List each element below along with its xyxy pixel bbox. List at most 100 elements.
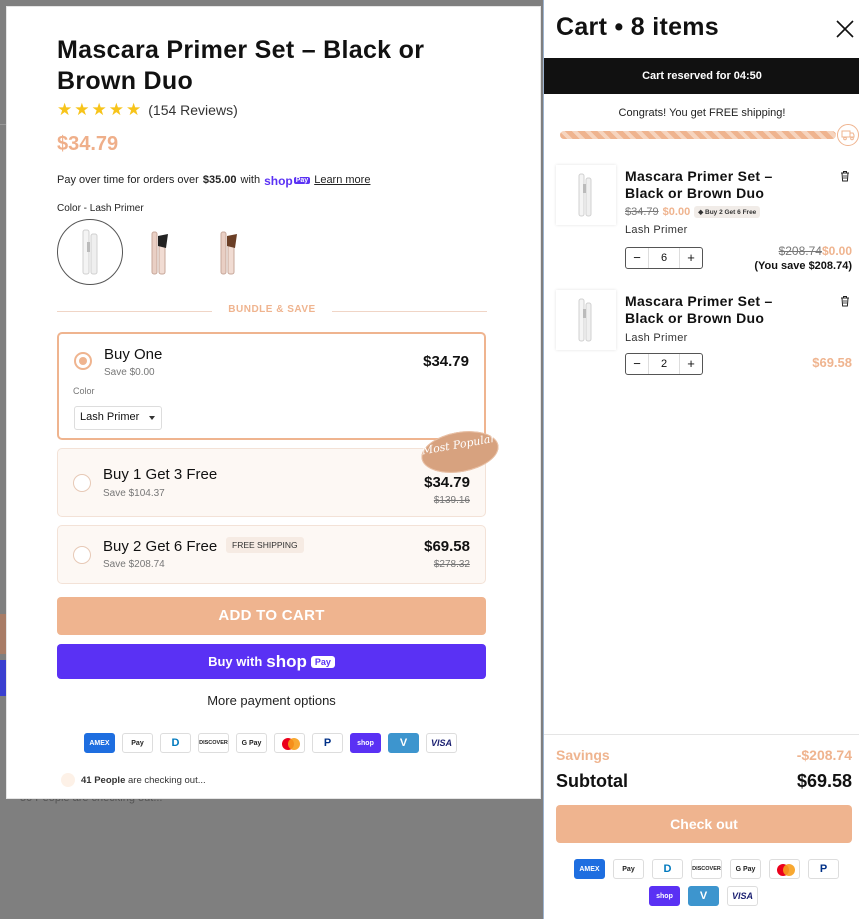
quantity-stepper: − 2 +	[625, 353, 703, 375]
chevron-down-icon	[149, 416, 155, 420]
bundle-option-buy-2-get-6[interactable]: Buy 2 Get 6 Free FREE SHIPPING Save $208…	[57, 525, 486, 584]
star-icon: ★	[91, 100, 107, 119]
cart-item-name[interactable]: Mascara Primer Set – Black or Brown Duo	[625, 293, 815, 327]
swatch-black[interactable]	[126, 219, 192, 285]
swatch-lash-primer[interactable]	[57, 219, 123, 285]
review-count[interactable]: (154 Reviews)	[148, 102, 237, 118]
quantity-value[interactable]: 2	[648, 354, 680, 374]
cart-item-price: $0.00	[662, 206, 691, 218]
visa-icon: VISA	[426, 733, 457, 753]
shop-logo-word: shop	[266, 651, 307, 671]
discover-icon: DISCOVER	[691, 859, 722, 879]
shop-pay-icon: shop	[649, 886, 680, 906]
increase-quantity-button[interactable]: +	[680, 354, 702, 374]
payment-icons: AMEX Pay D DISCOVER G Pay P	[574, 859, 839, 879]
you-save-text: (You save $208.74)	[754, 260, 852, 272]
close-icon[interactable]	[833, 17, 857, 41]
apple-pay-icon: Pay	[613, 859, 644, 879]
discount-badge-label: Buy 2 Get 6 Free	[705, 209, 757, 216]
savings-row: Savings -$208.74	[556, 747, 852, 763]
bundle-radio[interactable]	[73, 546, 91, 564]
learn-more-link[interactable]: Learn more	[314, 174, 370, 186]
buy-with-label: Buy with	[208, 654, 263, 669]
cart-item-variant: Lash Primer	[625, 224, 688, 236]
cart-line-item: Mascara Primer Set – Black or Brown Duo …	[556, 290, 852, 380]
checking-out-notice: 41 People are checking out...	[61, 773, 206, 787]
star-icon: ★	[74, 100, 90, 119]
bundle-color-select[interactable]: Lash Primer	[74, 406, 162, 430]
star-icon: ★	[126, 100, 142, 119]
star-icon: ★	[57, 100, 73, 119]
lash-primer-product-image	[82, 229, 98, 275]
installments-with: with	[240, 174, 261, 187]
bundle-price: $69.58	[424, 538, 470, 555]
buy-with-shoppay-button[interactable]: Buy with shop Pay	[57, 644, 486, 679]
decrease-quantity-button[interactable]: −	[626, 354, 648, 374]
free-shipping-badge: FREE SHIPPING	[226, 537, 304, 553]
cart-item-line-price: $69.58	[812, 355, 852, 370]
increase-quantity-button[interactable]: +	[680, 248, 702, 268]
bundle-option-buy-one[interactable]: Buy One Save $0.00 $34.79 Color Lash Pri…	[57, 332, 486, 440]
venmo-icon: V	[688, 886, 719, 906]
product-quick-view-modal: Mascara Primer Set – Black or Brown Duo …	[6, 6, 541, 799]
decrease-quantity-button[interactable]: −	[626, 248, 648, 268]
divider-line	[332, 311, 487, 312]
payment-icons: AMEX Pay D DISCOVER G Pay P shop V VISA	[84, 733, 457, 753]
shoppay-logo: shop Pay	[264, 173, 311, 188]
brown-mascara-product-image	[220, 231, 237, 275]
cart-item-compare-price: $34.79	[625, 206, 659, 218]
visa-icon: VISA	[727, 886, 758, 906]
trash-icon[interactable]	[840, 295, 850, 307]
checking-out-count: 41 People	[81, 774, 126, 786]
color-swatches	[57, 219, 264, 285]
subtotal-row: Subtotal $69.58	[556, 771, 852, 792]
paypal-icon: P	[808, 859, 839, 879]
quantity-value[interactable]: 6	[648, 248, 680, 268]
subtotal-value: $69.58	[796, 771, 852, 791]
google-pay-icon: G Pay	[236, 733, 267, 753]
bundle-name: Buy 2 Get 6 Free	[103, 538, 218, 555]
discover-icon: DISCOVER	[198, 733, 229, 753]
add-to-cart-button[interactable]: ADD TO CART	[57, 597, 486, 635]
checking-out-suffix: are checking out...	[128, 774, 206, 786]
cart-title: Cart • 8 items	[556, 13, 720, 41]
bundle-save-heading: BUNDLE & SAVE	[228, 304, 316, 315]
bundle-name: Buy 1 Get 3 Free	[103, 466, 218, 483]
rating-stars[interactable]: ★ ★ ★ ★ ★ (154 Reviews)	[57, 101, 238, 118]
line-compare-price: $208.74	[778, 244, 822, 258]
trash-icon[interactable]	[840, 170, 850, 182]
cart-footer: Savings -$208.74 Subtotal $69.58 Check o…	[544, 734, 859, 919]
bundle-compare-price: $139.16	[433, 495, 470, 506]
product-price: $34.79	[57, 133, 119, 155]
savings-label: Savings	[556, 747, 610, 763]
truck-icon	[837, 124, 859, 146]
installments-message: Pay over time for orders over $35.00 wit…	[57, 173, 370, 188]
star-icon: ★	[108, 100, 124, 119]
cart-item-unit-price: $34.79 $0.00 ◆ Buy 2 Get 6 Free	[625, 206, 761, 218]
mastercard-icon	[769, 859, 800, 879]
checkout-button[interactable]: Check out	[556, 805, 852, 843]
cart-item-thumbnail[interactable]	[556, 290, 616, 350]
pay-logo-badge: Pay	[310, 655, 335, 668]
google-pay-icon: G Pay	[730, 859, 761, 879]
cart-item-thumbnail[interactable]	[556, 165, 616, 225]
paypal-icon: P	[312, 733, 343, 753]
apple-pay-icon: Pay	[122, 733, 153, 753]
bundle-radio[interactable]	[74, 352, 92, 370]
bundle-price: $34.79	[424, 474, 470, 491]
cart-item-line-price: $208.74$0.00	[779, 244, 852, 258]
more-payment-options-link[interactable]: More payment options	[57, 693, 486, 708]
bundle-radio[interactable]	[73, 474, 91, 492]
apple-pay-label: Pay	[131, 739, 144, 747]
cart-item-name[interactable]: Mascara Primer Set – Black or Brown Duo	[625, 168, 815, 202]
cart-item-variant: Lash Primer	[625, 332, 688, 344]
shoppay-badge: Pay	[293, 177, 311, 185]
bundle-save-divider: BUNDLE & SAVE	[57, 304, 487, 318]
quantity-stepper: − 6 +	[625, 247, 703, 269]
discount-badge: ◆ Buy 2 Get 6 Free	[694, 206, 761, 218]
swatch-brown[interactable]	[195, 219, 261, 285]
amex-icon: AMEX	[84, 733, 115, 753]
payment-icons: shop V VISA	[649, 886, 758, 906]
shop-pay-icon: shop	[350, 733, 381, 753]
diners-club-icon: D	[160, 733, 191, 753]
